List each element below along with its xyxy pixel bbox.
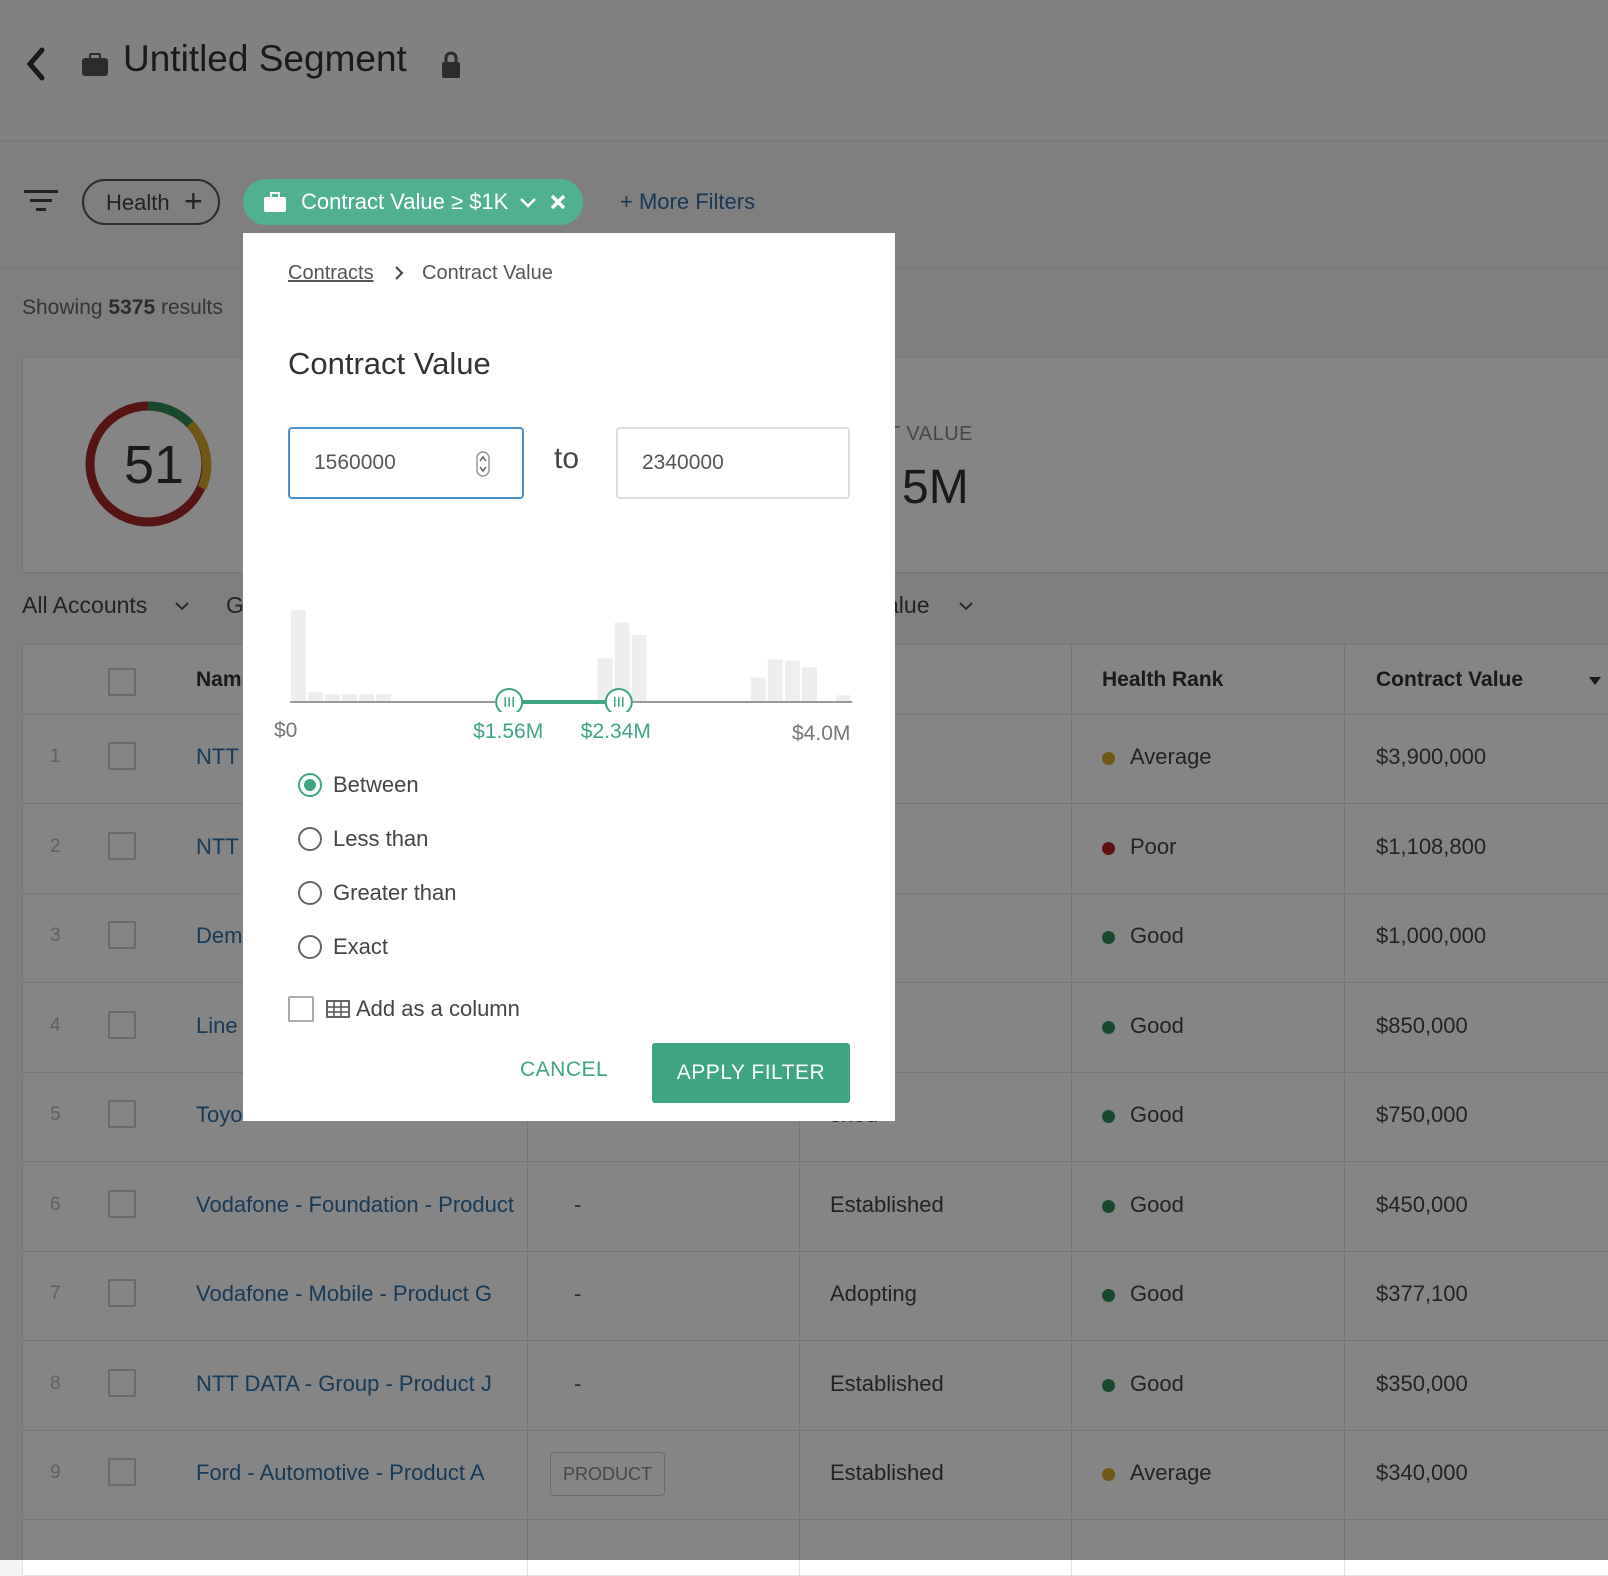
histogram-bar [836, 695, 851, 702]
briefcase-icon [264, 192, 286, 212]
chevron-down-icon[interactable] [519, 195, 537, 209]
min-value-input[interactable]: 1560000 [288, 427, 524, 499]
radio-greater-than[interactable] [298, 881, 322, 905]
apply-filter-label: APPLY FILTER [676, 1061, 826, 1084]
cancel-button[interactable]: CANCEL [520, 1058, 608, 1082]
radio-less-than-label[interactable]: Less than [333, 826, 428, 852]
close-icon[interactable] [549, 193, 567, 211]
contract-value-filter-pill[interactable]: Contract Value ≥ $1K [243, 179, 583, 225]
contract-value-filter-label: Contract Value ≥ $1K [301, 189, 509, 214]
histogram-bar [784, 660, 800, 702]
value-histogram-slider[interactable] [288, 570, 854, 712]
histogram-bar [359, 694, 375, 702]
breadcrumb-current: Contract Value [422, 262, 553, 284]
number-stepper-icon[interactable] [476, 451, 490, 477]
histogram-bar [376, 694, 392, 702]
radio-greater-than-label[interactable]: Greater than [333, 880, 457, 906]
slider-min-label: $0 [274, 719, 298, 742]
max-value-text: 2340000 [642, 451, 724, 474]
apply-filter-button[interactable]: APPLY FILTER [652, 1043, 850, 1103]
slider-high-handle[interactable] [604, 688, 633, 712]
histogram-bar [767, 659, 783, 702]
add-column-checkbox[interactable] [288, 996, 314, 1022]
breadcrumb-contracts-link[interactable]: Contracts [288, 262, 374, 285]
max-value-input[interactable]: 2340000 [616, 427, 850, 499]
histogram-bar [308, 691, 323, 702]
histogram-bar [801, 667, 817, 702]
chevron-right-icon [395, 266, 404, 280]
histogram-bar [750, 677, 766, 702]
slider-max-label: $4.0M [792, 722, 851, 745]
histogram-bar [291, 610, 306, 702]
add-column-label[interactable]: Add as a column [356, 996, 520, 1022]
radio-between[interactable] [298, 773, 322, 797]
modal-title: Contract Value [288, 346, 491, 381]
table-icon [326, 1000, 350, 1018]
slider-high-label: $2.34M [580, 720, 651, 743]
histogram-bar [325, 694, 341, 702]
slider-low-handle[interactable] [495, 688, 524, 712]
range-separator: to [554, 442, 580, 475]
histogram-bar [631, 634, 647, 702]
min-value-text: 1560000 [314, 451, 396, 474]
radio-exact[interactable] [298, 935, 322, 959]
radio-between-label[interactable]: Between [333, 772, 419, 798]
histogram-bar [342, 694, 358, 702]
radio-exact-label[interactable]: Exact [333, 934, 388, 960]
slider-low-label: $1.56M [473, 720, 544, 743]
radio-less-than[interactable] [298, 827, 322, 851]
